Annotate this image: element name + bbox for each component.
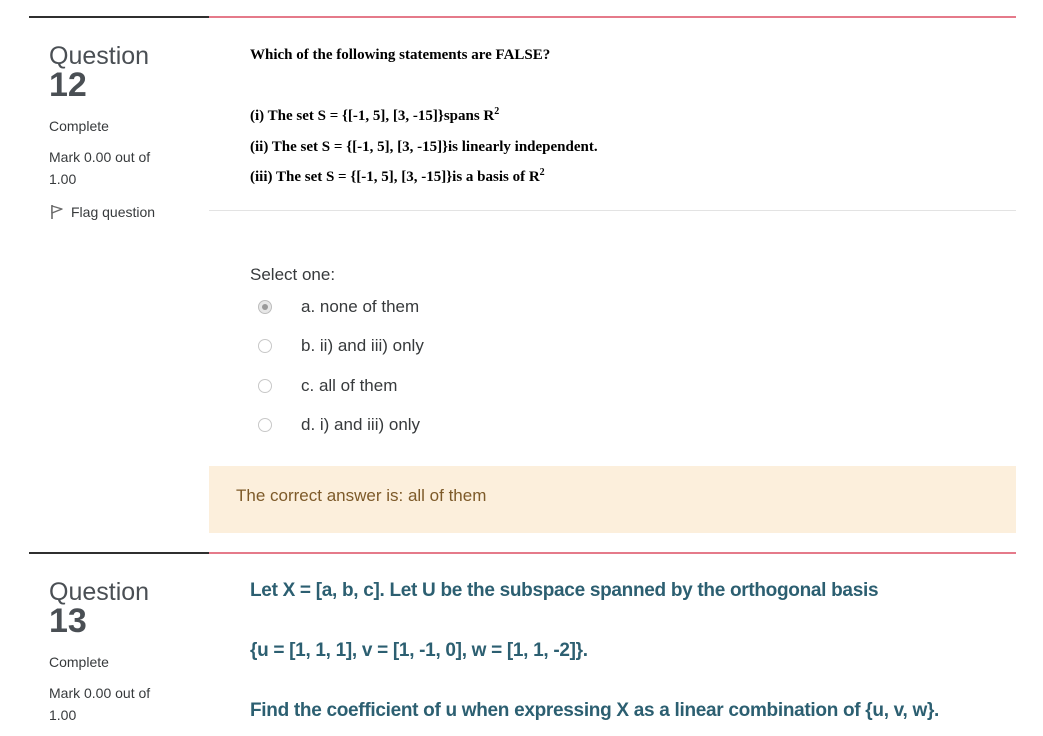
- question-prompt: Which of the following statements are FA…: [250, 47, 551, 63]
- answer-option-a[interactable]: a. none of them: [258, 297, 419, 316]
- select-one-prompt: Select one:: [250, 265, 336, 284]
- statement-text: (ii) The set S = {[-1, 5], [3, -15]}is l…: [250, 139, 598, 155]
- option-label: d. i) and iii) only: [301, 415, 421, 434]
- answer-option-d[interactable]: d. i) and iii) only: [258, 415, 420, 434]
- flag-icon: [49, 204, 65, 220]
- flag-question-label: Flag question: [71, 204, 156, 220]
- question-state: Complete: [49, 118, 109, 134]
- statement-superscript: 2: [494, 106, 500, 117]
- statement-text: (i) The set S = {[-1, 5], [3, -15]}spans…: [250, 108, 495, 124]
- statement-item: (iii) The set S = {[-1, 5], [3, -15]}is …: [250, 167, 545, 186]
- radio-button[interactable]: [258, 379, 272, 393]
- statement-item: (ii) The set S = {[-1, 5], [3, -15]}is l…: [250, 137, 598, 156]
- question-12: Question 12 Complete Mark 0.00 out of 1.…: [0, 0, 1043, 545]
- question-text-line: Let X = [a, b, c]. Let U be the subspace…: [250, 580, 879, 601]
- statement-item: (i) The set S = {[-1, 5], [3, -15]}spans…: [250, 106, 499, 125]
- option-label: c. all of them: [301, 376, 398, 395]
- info-divider: [29, 16, 209, 18]
- answer-option-c[interactable]: c. all of them: [258, 376, 397, 395]
- option-label: a. none of them: [301, 297, 420, 316]
- option-label: b. ii) and iii) only: [301, 336, 424, 355]
- question-grade: Mark 0.00 out of 1.00: [49, 685, 151, 723]
- radio-button[interactable]: [258, 339, 272, 353]
- question-grade: Mark 0.00 out of 1.00: [49, 149, 151, 187]
- statement-text: (iii) The set S = {[-1, 5], [3, -15]}is …: [250, 169, 540, 185]
- question-text-line: {u = [1, 1, 1], v = [1, -1, 0], w = [1, …: [250, 640, 588, 661]
- question-13: Question 13 Complete Mark 0.00 out of 1.…: [0, 536, 1043, 736]
- radio-button-selected[interactable]: [258, 300, 272, 314]
- correct-answer-feedback: The correct answer is: all of them: [209, 466, 1016, 533]
- info-divider: [29, 552, 209, 554]
- radio-button[interactable]: [258, 418, 272, 432]
- content-divider: [209, 16, 1016, 18]
- question-number: 12: [49, 66, 87, 104]
- statement-superscript: 2: [539, 167, 545, 178]
- question-state: Complete: [49, 654, 109, 670]
- answer-option-b[interactable]: b. ii) and iii) only: [258, 336, 424, 355]
- content-divider: [209, 552, 1016, 554]
- question-text-line: Find the coefficient of u when expressin…: [250, 700, 940, 721]
- flag-question-button[interactable]: Flag question: [49, 204, 155, 220]
- question-number: 13: [49, 602, 87, 640]
- answer-divider: [209, 210, 1016, 211]
